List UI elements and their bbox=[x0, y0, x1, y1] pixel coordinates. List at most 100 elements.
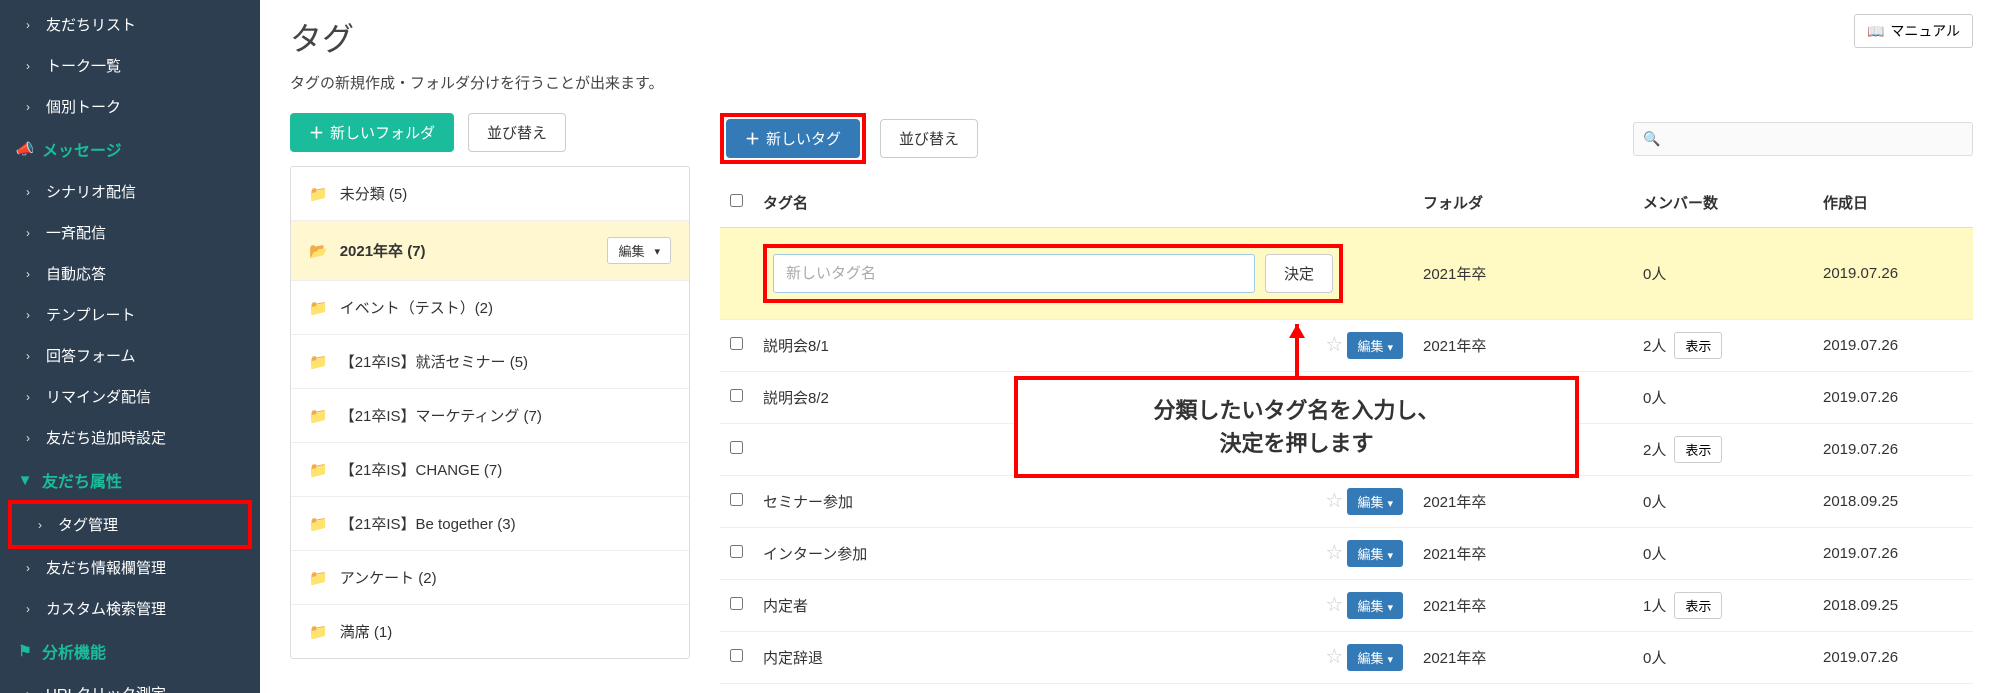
nav-broadcast[interactable]: ›一斉配信 bbox=[0, 212, 260, 253]
select-all-checkbox[interactable] bbox=[730, 194, 743, 207]
nav-addfriend-settings[interactable]: ›友だち追加時設定 bbox=[0, 417, 260, 458]
folder-edit-button[interactable]: 編集 bbox=[607, 237, 671, 264]
filter-icon bbox=[14, 472, 36, 489]
row-edit-button[interactable]: 編集 bbox=[1347, 332, 1403, 359]
folder-item[interactable]: 【21卒IS】マーケティング (7) bbox=[291, 388, 689, 442]
manual-button[interactable]: マニュアル bbox=[1854, 14, 1973, 48]
sort-tags-button[interactable]: 並び替え bbox=[880, 119, 978, 158]
folder-icon bbox=[309, 515, 328, 533]
new-folder-button[interactable]: 新しいフォルダ bbox=[290, 113, 454, 152]
nav-reminder[interactable]: ›リマインダ配信 bbox=[0, 376, 260, 417]
cell-members: 0人 bbox=[1633, 476, 1813, 528]
folder-icon bbox=[309, 353, 328, 371]
row-checkbox[interactable] bbox=[730, 649, 743, 662]
chevron-right-icon: › bbox=[26, 100, 36, 114]
folder-item[interactable]: アンケート (2) bbox=[291, 550, 689, 604]
row-edit-button[interactable]: 編集 bbox=[1347, 540, 1403, 567]
nav-label: トーク一覧 bbox=[46, 55, 121, 76]
btn-label: 並び替え bbox=[487, 122, 547, 143]
star-icon[interactable] bbox=[1325, 542, 1343, 564]
chevron-right-icon: › bbox=[26, 18, 36, 32]
folder-name: 【21卒IS】就活セミナー (5) bbox=[340, 351, 528, 372]
cell-date: 2018.09.25 bbox=[1813, 476, 1973, 528]
th-members: メンバー数 bbox=[1633, 178, 1813, 228]
chevron-right-icon: › bbox=[26, 59, 36, 73]
nav-label: 友だち情報欄管理 bbox=[46, 557, 166, 578]
nav-autoreply[interactable]: ›自動応答 bbox=[0, 253, 260, 294]
search-input[interactable] bbox=[1633, 122, 1973, 156]
new-tag-button[interactable]: 新しいタグ bbox=[726, 119, 860, 158]
cell-folder: 2021年卒 bbox=[1413, 528, 1633, 580]
search-wrap bbox=[1633, 122, 1973, 156]
cell-date: 2019.07.26 bbox=[1813, 320, 1973, 372]
plus-icon bbox=[309, 122, 324, 143]
sort-folders-button[interactable]: 並び替え bbox=[468, 113, 566, 152]
row-checkbox[interactable] bbox=[730, 337, 743, 350]
nav-section-analysis[interactable]: 分析機能 bbox=[0, 629, 260, 673]
book-icon bbox=[1867, 23, 1884, 40]
cell-folder: 2021年卒 bbox=[1413, 580, 1633, 632]
cell-folder: 2021年卒 bbox=[1413, 320, 1633, 372]
row-edit-button[interactable]: 編集 bbox=[1347, 488, 1403, 515]
show-members-button[interactable]: 表示 bbox=[1674, 436, 1722, 463]
caret-down-icon bbox=[1383, 495, 1393, 510]
btn-label: 新しいフォルダ bbox=[330, 122, 435, 143]
folder-item[interactable]: 2021年卒 (7)編集 bbox=[291, 220, 689, 280]
show-members-button[interactable]: 表示 bbox=[1674, 592, 1722, 619]
caret-down-icon bbox=[1383, 599, 1393, 614]
star-icon[interactable] bbox=[1325, 490, 1343, 512]
row-edit-button[interactable]: 編集 bbox=[1347, 592, 1403, 619]
chevron-right-icon: › bbox=[26, 185, 36, 199]
nav-friend-list[interactable]: ›友だちリスト bbox=[0, 4, 260, 45]
folder-item[interactable]: 【21卒IS】Be together (3) bbox=[291, 496, 689, 550]
table-row: 説明会8/1 編集2021年卒2人表示2019.07.26 bbox=[720, 320, 1973, 372]
folder-icon bbox=[309, 623, 328, 641]
new-tag-submit-button[interactable]: 決定 bbox=[1265, 254, 1333, 293]
nav-friend-info[interactable]: ›友だち情報欄管理 bbox=[0, 547, 260, 588]
nav-tag-manage[interactable]: ›タグ管理 bbox=[8, 500, 252, 549]
row-checkbox[interactable] bbox=[730, 389, 743, 402]
cell-date: 2019.07.26 bbox=[1813, 372, 1973, 424]
show-members-button[interactable]: 表示 bbox=[1674, 332, 1722, 359]
nav-scenario[interactable]: ›シナリオ配信 bbox=[0, 171, 260, 212]
folder-name: 満席 (1) bbox=[340, 621, 393, 642]
nav-section-label: メッセージ bbox=[42, 137, 122, 161]
row-checkbox[interactable] bbox=[730, 441, 743, 454]
nav-label: カスタム検索管理 bbox=[46, 598, 166, 619]
star-icon[interactable] bbox=[1325, 646, 1343, 668]
nav-custom-search[interactable]: ›カスタム検索管理 bbox=[0, 588, 260, 629]
folder-item[interactable]: 【21卒IS】就活セミナー (5) bbox=[291, 334, 689, 388]
folder-icon bbox=[309, 299, 328, 317]
new-tag-name-input[interactable] bbox=[773, 254, 1255, 293]
nav-section-message[interactable]: メッセージ bbox=[0, 127, 260, 171]
row-checkbox[interactable] bbox=[730, 493, 743, 506]
th-folder: フォルダ bbox=[1413, 178, 1633, 228]
row-edit-button[interactable]: 編集 bbox=[1347, 644, 1403, 671]
folder-item[interactable]: 【21卒IS】CHANGE (7) bbox=[291, 442, 689, 496]
table-row: 内定者 編集2021年卒1人表示2018.09.25 bbox=[720, 580, 1973, 632]
caret-down-icon bbox=[650, 243, 660, 258]
folder-name: 【21卒IS】CHANGE (7) bbox=[340, 459, 503, 480]
th-date: 作成日 bbox=[1813, 178, 1973, 228]
row-checkbox[interactable] bbox=[730, 597, 743, 610]
plus-icon bbox=[745, 128, 760, 149]
nav-answer-form[interactable]: ›回答フォーム bbox=[0, 335, 260, 376]
nav-template[interactable]: ›テンプレート bbox=[0, 294, 260, 335]
nav-individual-talk[interactable]: ›個別トーク bbox=[0, 86, 260, 127]
cell-members: 0人 bbox=[1633, 228, 1813, 320]
folder-item[interactable]: イベント（テスト）(2) bbox=[291, 280, 689, 334]
caret-down-icon bbox=[1383, 651, 1393, 666]
star-icon[interactable] bbox=[1325, 594, 1343, 616]
star-icon[interactable] bbox=[1325, 334, 1343, 356]
chevron-right-icon: › bbox=[38, 518, 48, 532]
nav-talk-list[interactable]: › トーク一覧 bbox=[0, 45, 260, 86]
folder-icon bbox=[309, 461, 328, 479]
folder-item[interactable]: 未分類 (5) bbox=[291, 167, 689, 220]
chevron-right-icon: › bbox=[26, 687, 36, 693]
page-title: タグ bbox=[290, 14, 1973, 60]
folder-item[interactable]: 満席 (1) bbox=[291, 604, 689, 658]
search-icon bbox=[1643, 130, 1660, 147]
nav-url-click[interactable]: ›URLクリック測定 bbox=[0, 673, 260, 693]
row-checkbox[interactable] bbox=[730, 545, 743, 558]
nav-section-attr[interactable]: 友だち属性 bbox=[0, 458, 260, 502]
